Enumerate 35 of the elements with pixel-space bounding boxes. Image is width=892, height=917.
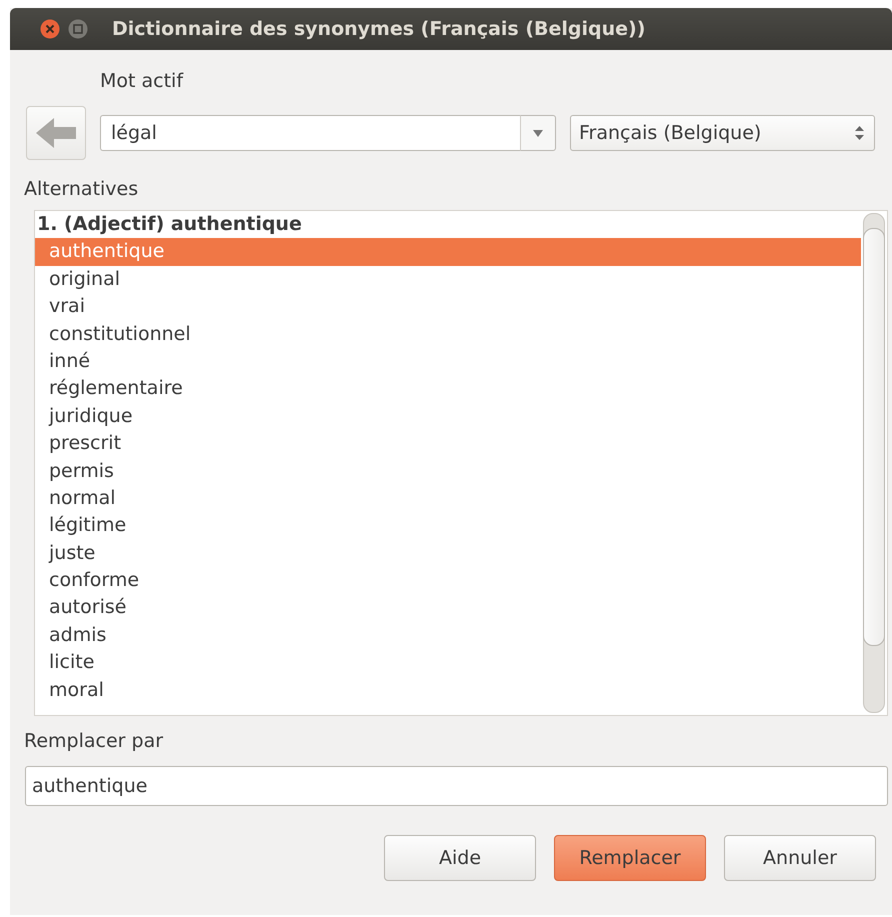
close-icon[interactable]	[40, 19, 60, 39]
back-button[interactable]	[26, 106, 86, 160]
back-arrow-icon	[34, 116, 78, 150]
language-select[interactable]: Français (Belgique)	[570, 115, 875, 151]
window-title: Dictionnaire des synonymes (Français (Belgique))	[112, 18, 646, 40]
synonym-item[interactable]: constitutionnel	[35, 320, 861, 348]
synonym-item[interactable]: légitime	[35, 512, 861, 540]
synonym-item[interactable]: autorisé	[35, 594, 861, 622]
synonym-item[interactable]: permis	[35, 458, 861, 485]
field-label: Mot actif	[100, 70, 184, 92]
field-label: Remplacer par	[24, 730, 164, 752]
word-field[interactable]: légal	[100, 115, 520, 151]
dialog-button[interactable]: Annuler	[724, 835, 876, 881]
dialog-button[interactable]: Remplacer	[554, 835, 706, 881]
synonym-item[interactable]: normal	[35, 484, 861, 512]
synonym-item[interactable]: juridique	[35, 402, 861, 430]
synonym-item[interactable]: conforme	[35, 567, 861, 594]
minimize-icon[interactable]	[68, 19, 88, 39]
dropdown-button[interactable]	[520, 115, 556, 151]
spinner-arrows-icon	[855, 125, 864, 141]
synonym-item[interactable]: licite	[35, 649, 861, 677]
synonym-item[interactable]: prescrit	[35, 430, 861, 458]
dialog-button[interactable]: Aide	[384, 835, 536, 881]
synonym-item[interactable]: réglementaire	[35, 375, 861, 403]
group-heading: 1. (Adjectif) authentique	[36, 212, 303, 237]
synonym-item[interactable]: moral	[35, 676, 861, 704]
synonym-item[interactable]: vrai	[35, 293, 861, 321]
scrollbar[interactable]	[863, 213, 885, 713]
synonym-item[interactable]: original	[35, 266, 861, 294]
synonym-item[interactable]: inné	[35, 348, 861, 376]
synonym-item[interactable]: juste	[35, 540, 861, 568]
section-label: Alternatives	[24, 178, 140, 200]
synonym-item[interactable]: admis	[35, 622, 861, 650]
dropdown-arrow-icon	[533, 130, 543, 136]
replace-field[interactable]: authentique	[25, 766, 888, 806]
